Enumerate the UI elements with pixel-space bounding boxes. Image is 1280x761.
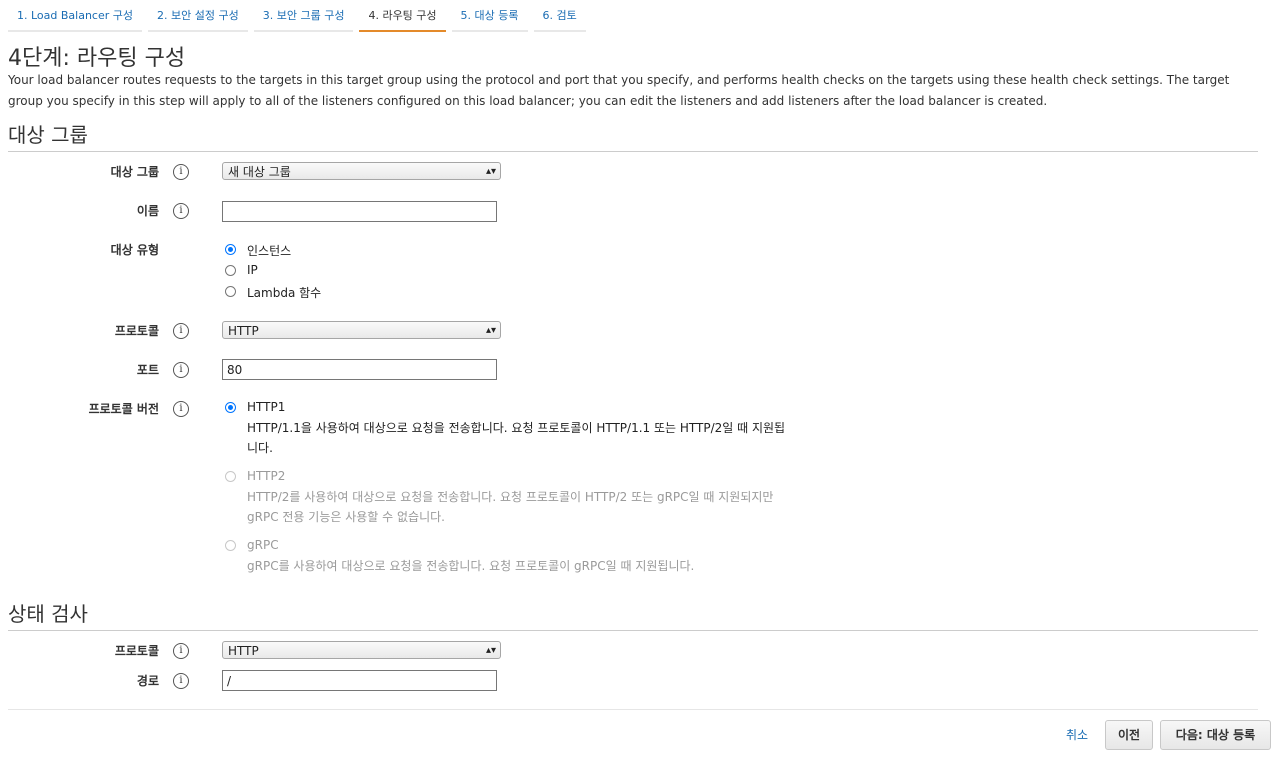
step-tab-4[interactable]: 4. 라우팅 구성 bbox=[359, 4, 446, 32]
wizard-steps: 1. Load Balancer 구성 2. 보안 설정 구성 3. 보안 그룹… bbox=[8, 4, 592, 32]
target-group-select[interactable]: 새 대상 그룹 ▴▾ bbox=[222, 162, 501, 180]
cancel-link[interactable]: 취소 bbox=[1066, 726, 1088, 743]
target-type-instance-label[interactable]: 인스턴스 bbox=[247, 242, 291, 259]
target-group-section-title: 대상 그룹 bbox=[8, 123, 88, 147]
page-title: 4단계: 라우팅 구성 bbox=[8, 46, 186, 71]
info-icon[interactable]: i bbox=[173, 673, 189, 689]
description-line: gRPC를 사용하여 대상으로 요청을 전송합니다. 요청 프로토콜이 gRPC… bbox=[247, 559, 695, 573]
protocol-version-grpc-label: gRPC bbox=[247, 538, 279, 552]
target-type-lambda-label[interactable]: Lambda 함수 bbox=[247, 284, 321, 301]
info-icon[interactable]: i bbox=[173, 643, 189, 659]
step-tab-6[interactable]: 6. 검토 bbox=[533, 4, 586, 32]
target-type-label: 대상 유형 bbox=[110, 243, 159, 257]
path-label: 경로 bbox=[136, 674, 159, 688]
step-tab-3[interactable]: 3. 보안 그룹 구성 bbox=[253, 4, 354, 32]
health-protocol-select[interactable]: HTTP ▴▾ bbox=[222, 641, 501, 659]
footer-divider bbox=[8, 709, 1258, 710]
health-check-section-title: 상태 검사 bbox=[8, 602, 88, 626]
target-group-select-value: 새 대상 그룹 bbox=[228, 165, 291, 179]
info-icon[interactable]: i bbox=[173, 203, 189, 219]
health-protocol-select-value: HTTP bbox=[228, 644, 259, 658]
name-label: 이름 bbox=[136, 204, 159, 218]
target-type-ip-radio[interactable] bbox=[225, 265, 236, 276]
description-line: HTTP/1.1을 사용하여 대상으로 요청을 전송합니다. 요청 프로토콜이 … bbox=[247, 421, 786, 435]
port-input[interactable] bbox=[222, 359, 497, 380]
path-input[interactable] bbox=[222, 670, 497, 691]
protocol-version-grpc-description: gRPC를 사용하여 대상으로 요청을 전송합니다. 요청 프로토콜이 gRPC… bbox=[247, 556, 867, 576]
protocol-version-label: 프로토콜 버전 bbox=[88, 402, 159, 416]
protocol-version-http2-radio bbox=[225, 471, 236, 482]
target-type-instance-radio[interactable] bbox=[225, 244, 236, 255]
info-icon[interactable]: i bbox=[173, 164, 189, 180]
info-icon[interactable]: i bbox=[173, 362, 189, 378]
next-button[interactable]: 다음: 대상 등록 bbox=[1160, 720, 1271, 750]
select-caret-icon: ▴▾ bbox=[485, 325, 496, 336]
protocol-select-value: HTTP bbox=[228, 324, 259, 338]
protocol-version-http1-radio[interactable] bbox=[225, 402, 236, 413]
protocol-version-http1-label[interactable]: HTTP1 bbox=[247, 400, 285, 414]
target-type-ip-label[interactable]: IP bbox=[247, 263, 258, 277]
step-tab-5[interactable]: 5. 대상 등록 bbox=[451, 4, 528, 32]
section-divider bbox=[8, 630, 1258, 631]
description-line: gRPC 전용 기능은 사용할 수 없습니다. bbox=[247, 510, 445, 524]
protocol-version-http2-label: HTTP2 bbox=[247, 469, 286, 483]
page-description: Your load balancer routes requests to th… bbox=[8, 73, 1230, 108]
target-type-lambda-radio[interactable] bbox=[225, 286, 236, 297]
health-protocol-label: 프로토콜 bbox=[114, 644, 159, 658]
target-group-label: 대상 그룹 bbox=[110, 165, 159, 179]
name-input[interactable] bbox=[222, 201, 497, 222]
protocol-version-grpc-radio bbox=[225, 540, 236, 551]
protocol-select[interactable]: HTTP ▴▾ bbox=[222, 321, 501, 339]
protocol-label: 프로토콜 bbox=[114, 324, 159, 338]
step-tab-2[interactable]: 2. 보안 설정 구성 bbox=[148, 4, 248, 32]
protocol-version-http2-description: HTTP/2를 사용하여 대상으로 요청을 전송합니다. 요청 프로토콜이 HT… bbox=[247, 487, 867, 527]
description-line: 니다. bbox=[247, 441, 273, 455]
description-line: HTTP/2를 사용하여 대상으로 요청을 전송합니다. 요청 프로토콜이 HT… bbox=[247, 490, 774, 504]
select-caret-icon: ▴▾ bbox=[485, 645, 496, 656]
port-label: 포트 bbox=[136, 363, 159, 377]
protocol-version-http1-description: HTTP/1.1을 사용하여 대상으로 요청을 전송합니다. 요청 프로토콜이 … bbox=[247, 418, 867, 458]
previous-button[interactable]: 이전 bbox=[1105, 720, 1153, 750]
section-divider bbox=[8, 151, 1258, 152]
info-icon[interactable]: i bbox=[173, 323, 189, 339]
info-icon[interactable]: i bbox=[173, 401, 189, 417]
step-tab-1[interactable]: 1. Load Balancer 구성 bbox=[8, 4, 143, 32]
select-caret-icon: ▴▾ bbox=[485, 166, 496, 177]
